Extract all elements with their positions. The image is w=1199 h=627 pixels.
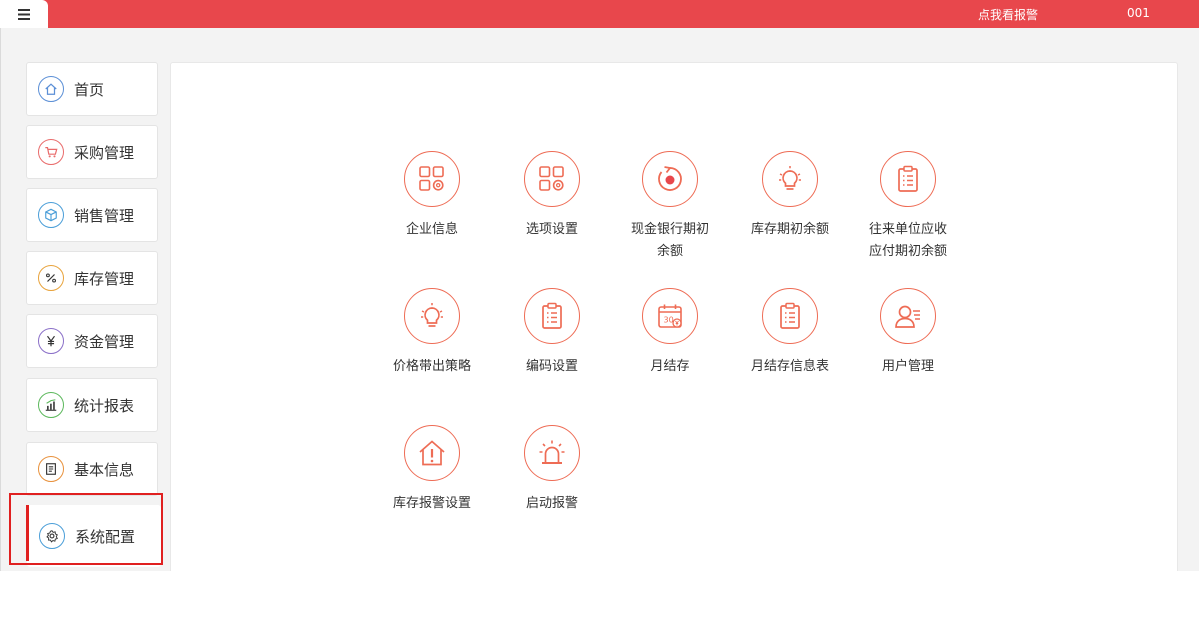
tile-label: 企业信息 <box>405 222 458 237</box>
selection-indicator <box>26 505 29 561</box>
sidebar-item-label: 资金管理 <box>74 332 135 351</box>
cart-icon <box>38 139 64 165</box>
sidebar-item-funds[interactable]: 资金管理 <box>26 314 158 368</box>
tile-label: 编码设置 <box>525 359 578 374</box>
lightbulb-icon <box>762 151 818 207</box>
menu-toggle-button[interactable] <box>0 0 48 28</box>
gear-icon <box>39 523 65 549</box>
tile-start-alarm[interactable]: 启动报警 <box>497 425 607 515</box>
tile-inventory-opening[interactable]: 库存期初余额 <box>735 151 845 241</box>
sidebar-item-label: 库存管理 <box>74 269 135 288</box>
tile-user-management[interactable]: 用户管理 <box>853 288 963 378</box>
tile-ar-ap-opening[interactable]: 往来单位应收 应付期初余额 <box>853 151 963 263</box>
alarm-light-icon <box>524 425 580 481</box>
grid-gear-icon <box>524 151 580 207</box>
tile-label: 选项设置 <box>525 222 578 237</box>
tile-cash-bank-opening[interactable]: 现金银行期初 余额 <box>615 151 725 263</box>
tile-label: 价格带出策略 <box>392 359 471 374</box>
user-code: 001 <box>1127 6 1150 20</box>
tile-monthly-closing-report[interactable]: 月结存信息表 <box>735 288 845 378</box>
box-icon <box>38 202 64 228</box>
tile-label: 启动报警 <box>525 496 578 511</box>
alarm-link[interactable]: 点我看报警 <box>978 6 1038 23</box>
main-panel: 企业信息 选项设置 现金银行期初 余额 库存期初余额 往来单位应收 应付期初余额… <box>170 62 1178 571</box>
sidebar-item-system-config[interactable]: 系统配置 <box>27 505 161 567</box>
user-icon <box>880 288 936 344</box>
tile-label: 库存期初余额 <box>750 222 829 237</box>
tile-label: 库存报警设置 <box>392 496 471 511</box>
sidebar-item-label: 统计报表 <box>74 396 135 415</box>
clipboard-icon <box>762 288 818 344</box>
tile-option-settings[interactable]: 选项设置 <box>497 151 607 241</box>
tile-label: 往来单位应收 应付期初余额 <box>868 222 947 259</box>
top-bar: 点我看报警 001 <box>0 0 1199 28</box>
tile-label: 现金银行期初 余额 <box>630 222 709 259</box>
sidebar-item-label: 基本信息 <box>74 460 135 479</box>
lightbulb-icon <box>404 288 460 344</box>
sidebar-item-inventory[interactable]: 库存管理 <box>26 251 158 305</box>
tile-label: 月结存信息表 <box>750 359 829 374</box>
tile-label: 月结存 <box>650 359 690 374</box>
tile-price-strategy[interactable]: 价格带出策略 <box>377 288 487 378</box>
hamburger-icon <box>18 8 30 20</box>
clipboard-icon <box>524 288 580 344</box>
yuan-icon <box>38 328 64 354</box>
sidebar-item-basic-info[interactable]: 基本信息 <box>26 442 158 496</box>
tile-monthly-closing[interactable]: 30 月结存 <box>615 288 725 378</box>
home-icon <box>38 76 64 102</box>
tile-code-settings[interactable]: 编码设置 <box>497 288 607 378</box>
tile-label: 用户管理 <box>881 359 934 374</box>
percent-icon <box>38 265 64 291</box>
sidebar-item-home[interactable]: 首页 <box>26 62 158 116</box>
sidebar-item-purchase[interactable]: 采购管理 <box>26 125 158 179</box>
sidebar-item-sales[interactable]: 销售管理 <box>26 188 158 242</box>
tile-inventory-alarm-settings[interactable]: 库存报警设置 <box>377 425 487 515</box>
calendar-day: 30 <box>664 316 674 325</box>
document-icon <box>38 456 64 482</box>
tile-company-info[interactable]: 企业信息 <box>377 151 487 241</box>
sidebar-item-label: 销售管理 <box>74 206 135 225</box>
sidebar-item-reports[interactable]: 统计报表 <box>26 378 158 432</box>
clipboard-icon <box>880 151 936 207</box>
calendar-icon: 30 <box>642 288 698 344</box>
grid-gear-icon <box>404 151 460 207</box>
house-alert-icon <box>404 425 460 481</box>
sidebar-item-label: 系统配置 <box>75 527 136 546</box>
sidebar-item-label: 首页 <box>74 80 105 99</box>
circular-arrow-icon <box>642 151 698 207</box>
sidebar-item-label: 采购管理 <box>74 143 135 162</box>
chart-icon <box>38 392 64 418</box>
